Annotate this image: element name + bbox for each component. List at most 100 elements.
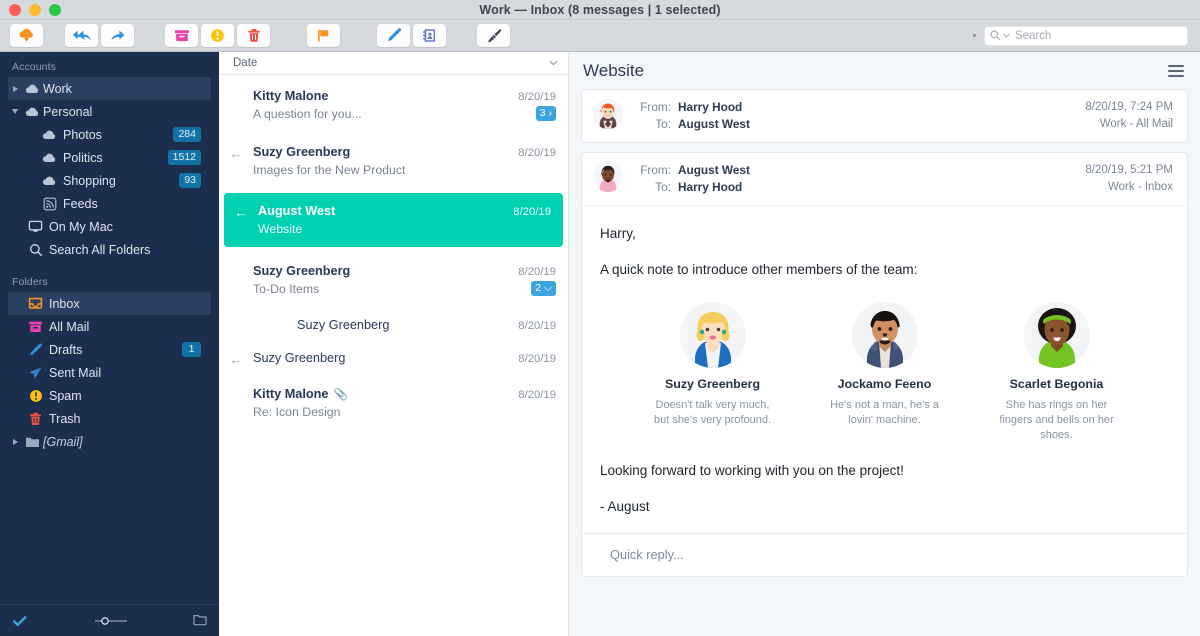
search-area: Search [973, 26, 1188, 46]
sidebar-item-gmail[interactable]: [Gmail] [8, 430, 211, 453]
archive-button[interactable] [165, 24, 198, 47]
disclosure-triangle-personal[interactable] [8, 109, 22, 114]
sidebar-item-on-my-mac[interactable]: On My Mac [8, 215, 211, 238]
header-meta: 8/20/19, 5:21 PM Work - Inbox [1085, 162, 1173, 196]
chevron-down-icon[interactable] [549, 60, 558, 66]
message-card-expanded[interactable]: From: August West To: Harry Hood 8/20/19… [581, 152, 1188, 577]
sidebar-item-label: Trash [49, 412, 201, 426]
rss-icon [39, 197, 60, 211]
list-item-selected[interactable]: ← August West 8/20/19 Website [224, 193, 563, 247]
message-date: 8/20/19 [518, 320, 556, 332]
unread-badge: 1512 [168, 150, 201, 165]
sidebar-item-label: Drafts [49, 343, 182, 357]
compose-button[interactable] [377, 24, 410, 47]
sidebar-item-shopping[interactable]: Shopping 93 [8, 169, 211, 192]
reply-indicator-icon [219, 89, 253, 121]
harry-hood-avatar [593, 99, 623, 129]
sidebar-item-label: Feeds [63, 197, 201, 211]
sidebar-item-all-mail[interactable]: All Mail [8, 315, 211, 338]
team-member-name: Scarlet Begonia [993, 377, 1121, 391]
attachment-icon: 📎 [333, 387, 347, 401]
toolbar: Search [0, 20, 1200, 52]
body-signature: - August [600, 497, 1169, 517]
reply-indicator-icon [219, 318, 253, 332]
list-item[interactable]: Kitty Malone 8/20/19 A question for you.… [219, 81, 568, 129]
message-date: 8/20/19 [518, 147, 556, 159]
list-item-thread-child[interactable]: Suzy Greenberg 8/20/19 [219, 310, 568, 340]
cloud-icon [39, 152, 60, 163]
folder-icon [22, 436, 43, 448]
body-intro: A quick note to introduce other members … [600, 260, 1169, 280]
from-label: From: [633, 162, 671, 179]
list-item[interactable]: ← Suzy Greenberg 8/20/19 Images for the … [219, 137, 568, 185]
cleanup-button[interactable] [477, 24, 510, 47]
display-icon [25, 220, 46, 233]
sidebar-item-drafts[interactable]: Drafts 1 [8, 338, 211, 361]
sender-name: Suzy Greenberg [253, 264, 350, 278]
message-header: From: Harry Hood To: August West 8/20/19… [582, 90, 1187, 142]
paintbrush-icon [486, 28, 502, 43]
sender-name: Suzy Greenberg [253, 145, 350, 159]
unread-badge: 1 [182, 342, 201, 357]
forward-button[interactable] [101, 24, 134, 47]
sidebar-item-spam[interactable]: Spam [8, 384, 211, 407]
thread-count-badge[interactable]: 3 › [536, 106, 556, 121]
thread-count: 2 [535, 282, 541, 295]
list-item[interactable]: Suzy Greenberg 8/20/19 To-Do Items 2 ⌵ [219, 256, 568, 304]
message-body: Harry, A quick note to introduce other m… [582, 205, 1187, 576]
sidebar-item-label: Politics [63, 151, 168, 165]
sidebar-item-politics[interactable]: Politics 1512 [8, 146, 211, 169]
sender-name: Suzy Greenberg [253, 351, 345, 365]
message-card-collapsed[interactable]: From: Harry Hood To: August West 8/20/19… [581, 89, 1188, 143]
list-item[interactable]: Kitty Malone 📎 8/20/19 Re: Icon Design [219, 379, 568, 427]
contacts-button[interactable] [413, 24, 446, 47]
jockamo-feeno-avatar [852, 302, 918, 368]
thread-count-badge[interactable]: 2 ⌵ [531, 281, 556, 296]
slider-icon[interactable] [94, 616, 128, 626]
delete-button[interactable] [237, 24, 270, 47]
search-scope-chevron-icon[interactable] [1003, 33, 1010, 38]
sidebar-item-search-all-folders[interactable]: Search All Folders [8, 238, 211, 261]
accounts-section-header: Accounts [0, 58, 219, 77]
sidebar-item-sent-mail[interactable]: Sent Mail [8, 361, 211, 384]
team-member-card: Jockamo Feeno He's not a man, he's a lov… [821, 302, 949, 443]
reply-indicator-icon [219, 387, 253, 419]
warning-circle-icon [25, 389, 46, 403]
checkmark-icon[interactable] [12, 615, 28, 627]
sidebar-item-work[interactable]: Work [8, 77, 211, 100]
search-input[interactable]: Search [984, 26, 1188, 46]
team-member-name: Suzy Greenberg [649, 377, 777, 391]
get-mail-button[interactable] [10, 24, 43, 47]
hamburger-menu-icon[interactable] [1168, 65, 1184, 77]
mail-window: Work — Inbox (8 messages | 1 selected) [0, 0, 1200, 636]
reply-indicator-icon [219, 264, 253, 296]
sidebar-item-trash[interactable]: Trash [8, 407, 211, 430]
suzy-greenberg-avatar [680, 302, 746, 368]
sidebar-item-inbox[interactable]: Inbox [8, 292, 211, 315]
flag-button[interactable] [307, 24, 340, 47]
reply-all-button[interactable] [65, 24, 98, 47]
to-value: August West [678, 116, 750, 133]
reply-indicator-icon: ← [219, 351, 253, 367]
sort-label: Date [233, 57, 257, 69]
team-members: Suzy Greenberg Doesn't talk very much, b… [600, 302, 1169, 443]
disclosure-triangle-gmail[interactable] [8, 439, 22, 445]
quick-reply-input[interactable]: Quick reply... [600, 534, 1169, 576]
header-meta: 8/20/19, 7:24 PM Work - All Mail [1085, 99, 1173, 133]
body-greeting: Harry, [600, 224, 1169, 244]
sidebar-item-feeds[interactable]: Feeds [8, 192, 211, 215]
to-label: To: [633, 116, 671, 133]
message-date: 8/20/19 [518, 266, 556, 278]
sidebar-item-photos[interactable]: Photos 284 [8, 123, 211, 146]
header-fields: From: August West To: Harry Hood [633, 162, 1085, 196]
disclosure-triangle-work[interactable] [8, 86, 22, 92]
sidebar-item-label: On My Mac [49, 220, 201, 234]
list-item-thread-child[interactable]: ← Suzy Greenberg 8/20/19 [219, 343, 568, 375]
main-body: Accounts Work Personal P [0, 52, 1200, 636]
new-folder-icon[interactable] [193, 614, 207, 627]
sidebar-item-personal[interactable]: Personal [8, 100, 211, 123]
warning-circle-icon [210, 28, 225, 43]
junk-button[interactable] [201, 24, 234, 47]
message-list-header[interactable]: Date [219, 52, 568, 75]
message-datetime: 8/20/19, 7:24 PM [1085, 99, 1173, 116]
